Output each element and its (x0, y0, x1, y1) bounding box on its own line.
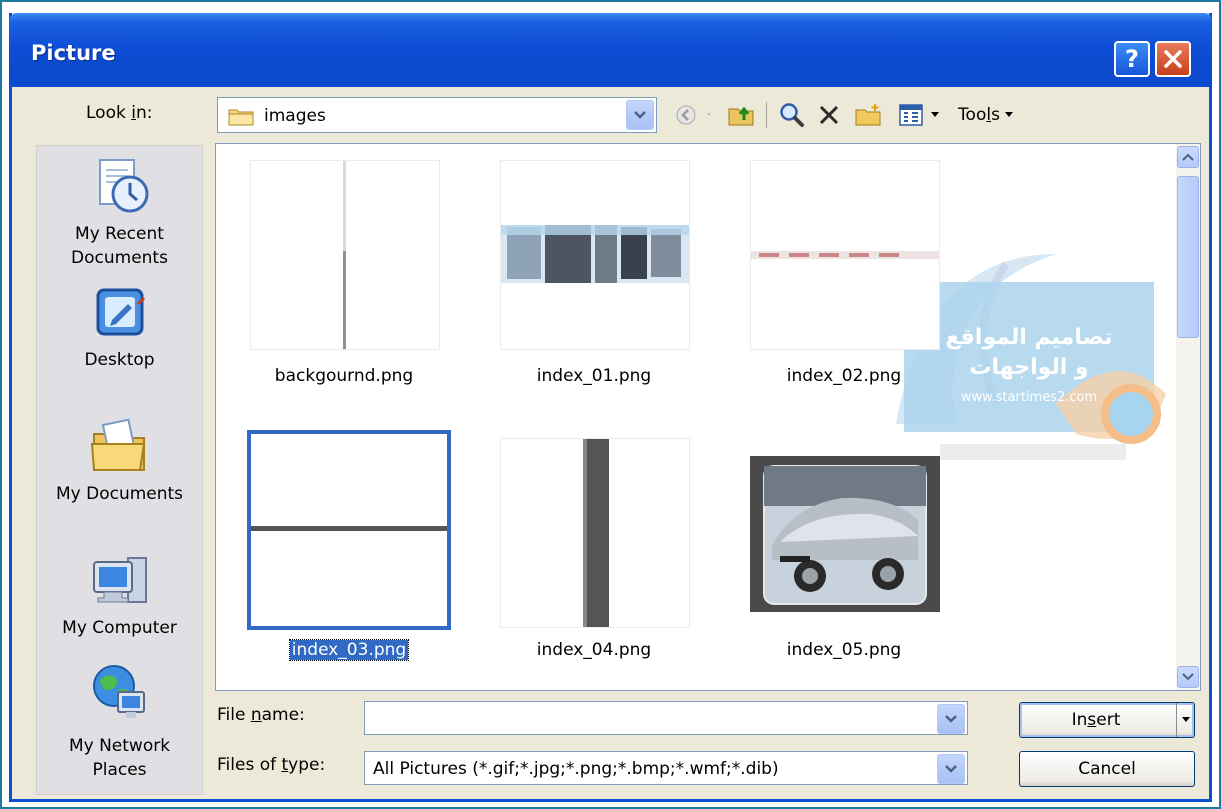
file-name-label: File name: (217, 705, 305, 725)
back-dropdown[interactable]: · (702, 100, 716, 130)
scroll-thumb[interactable] (1177, 176, 1199, 338)
places-bar: My Recent Documents Desktop My Documents… (36, 145, 203, 795)
place-label: My Network (68, 736, 171, 756)
place-label: My Documents (55, 484, 184, 504)
watermark-line1: تصاميم المواقع (945, 325, 1112, 350)
place-my-recent-documents[interactable]: My Recent Documents (37, 156, 202, 270)
delete-button[interactable] (814, 100, 844, 130)
caret-down-icon (931, 112, 939, 117)
desktop-icon (96, 288, 145, 336)
chevron-up-icon (1182, 153, 1194, 161)
file-label[interactable]: index_05.png (734, 640, 954, 660)
caret-down-icon (1181, 717, 1190, 722)
thumbnail-image (501, 225, 689, 283)
title-bar[interactable]: Picture ? (9, 13, 1212, 87)
thumbnail-backgournd[interactable] (250, 160, 440, 350)
up-folder-icon (728, 106, 754, 126)
window-title: Picture (31, 41, 116, 65)
place-label: Places (92, 760, 147, 780)
my-computer-icon (92, 557, 147, 603)
place-label: Documents (71, 248, 168, 268)
files-of-type-label: Files of type: (217, 755, 326, 775)
look-in-dropdown-arrow[interactable] (626, 100, 654, 130)
place-my-documents[interactable]: My Documents (37, 416, 202, 506)
recent-documents-icon (98, 159, 148, 213)
search-web-button[interactable] (776, 100, 808, 130)
thumbnail-index-01[interactable] (500, 160, 690, 350)
new-folder-icon (855, 104, 881, 126)
thumbnail-image (583, 439, 609, 627)
files-of-type-dropdown-arrow[interactable] (937, 754, 965, 784)
place-label: My Recent (75, 224, 164, 244)
network-places-icon (92, 665, 145, 718)
tools-label: Too (958, 105, 987, 125)
toolbar: · Too l s (668, 97, 1088, 133)
place-my-network-places[interactable]: My Network Places (37, 660, 202, 782)
toolbar-separator (764, 100, 768, 130)
close-button[interactable] (1155, 41, 1191, 77)
close-icon (1164, 50, 1182, 68)
thumbnail-image (343, 161, 346, 349)
files-of-type-value: All Pictures (*.gif;*.jpg;*.png;*.bmp;*.… (373, 759, 779, 779)
up-one-level-button[interactable] (724, 100, 758, 130)
thumbnail-image (251, 526, 447, 531)
file-label[interactable]: index_01.png (484, 366, 704, 386)
look-in-value: images (264, 106, 326, 126)
thumbnail-image (751, 251, 939, 259)
watermark-url: www.startimes2.com (961, 390, 1097, 405)
file-list-view[interactable]: تصاميم المواقع و الواجهات www.startimes2… (215, 143, 1201, 691)
insert-button[interactable]: Insert (1019, 702, 1195, 738)
tools-label-end: s (991, 105, 1000, 125)
cancel-button[interactable]: Cancel (1019, 751, 1195, 787)
thumbnail-index-05[interactable] (750, 438, 940, 628)
chevron-down-icon (634, 111, 646, 119)
tools-menu[interactable]: Too l s (946, 100, 1026, 130)
place-desktop[interactable]: Desktop (37, 286, 202, 372)
help-icon: ? (1125, 45, 1139, 73)
dialog-body: Look in: images · Too l s My Recent Docu… (12, 87, 1209, 802)
picture-dialog: Picture ? Look in: images · Too l s My R… (9, 13, 1212, 802)
watermark-line2: و الواجهات (969, 355, 1088, 380)
insert-options-dropdown[interactable] (1176, 703, 1194, 737)
folder-icon (228, 109, 254, 126)
views-dropdown[interactable] (928, 100, 942, 130)
look-in-dropdown[interactable]: images (217, 97, 657, 133)
delete-icon (819, 105, 839, 125)
help-button[interactable]: ? (1114, 41, 1150, 77)
file-label[interactable]: index_04.png (484, 640, 704, 660)
vertical-scrollbar[interactable] (1176, 144, 1200, 690)
look-in-label: Look in: (86, 103, 153, 123)
insert-label: Insert (1071, 710, 1121, 730)
chevron-down-icon (945, 765, 957, 773)
file-label[interactable]: index_02.png (734, 366, 954, 386)
place-label: Desktop (84, 350, 155, 370)
file-label[interactable]: backgournd.png (234, 366, 454, 386)
back-button[interactable] (672, 100, 700, 130)
file-name-dropdown-arrow[interactable] (937, 704, 965, 734)
scroll-up-button[interactable] (1177, 146, 1199, 168)
search-icon (780, 103, 804, 127)
files-of-type-dropdown[interactable]: All Pictures (*.gif;*.jpg;*.png;*.bmp;*.… (364, 751, 968, 785)
back-icon (676, 105, 696, 125)
place-label: My Computer (62, 618, 177, 638)
caret-down-icon (1004, 112, 1013, 117)
thumbnail-image (750, 456, 940, 612)
thumbnail-index-04[interactable] (500, 438, 690, 628)
chevron-down-icon (1182, 673, 1194, 681)
file-name-combo[interactable] (364, 701, 968, 735)
thumbnail-index-03[interactable] (247, 430, 451, 630)
views-button[interactable] (896, 100, 926, 130)
chevron-down-icon (945, 715, 957, 723)
my-documents-icon (90, 418, 145, 471)
scroll-down-button[interactable] (1177, 666, 1199, 688)
file-label-selected[interactable]: index_03.png (249, 639, 449, 661)
place-my-computer[interactable]: My Computer (37, 552, 202, 640)
views-icon (899, 104, 923, 126)
thumbnail-index-02[interactable] (750, 160, 940, 350)
new-folder-button[interactable] (852, 100, 884, 130)
